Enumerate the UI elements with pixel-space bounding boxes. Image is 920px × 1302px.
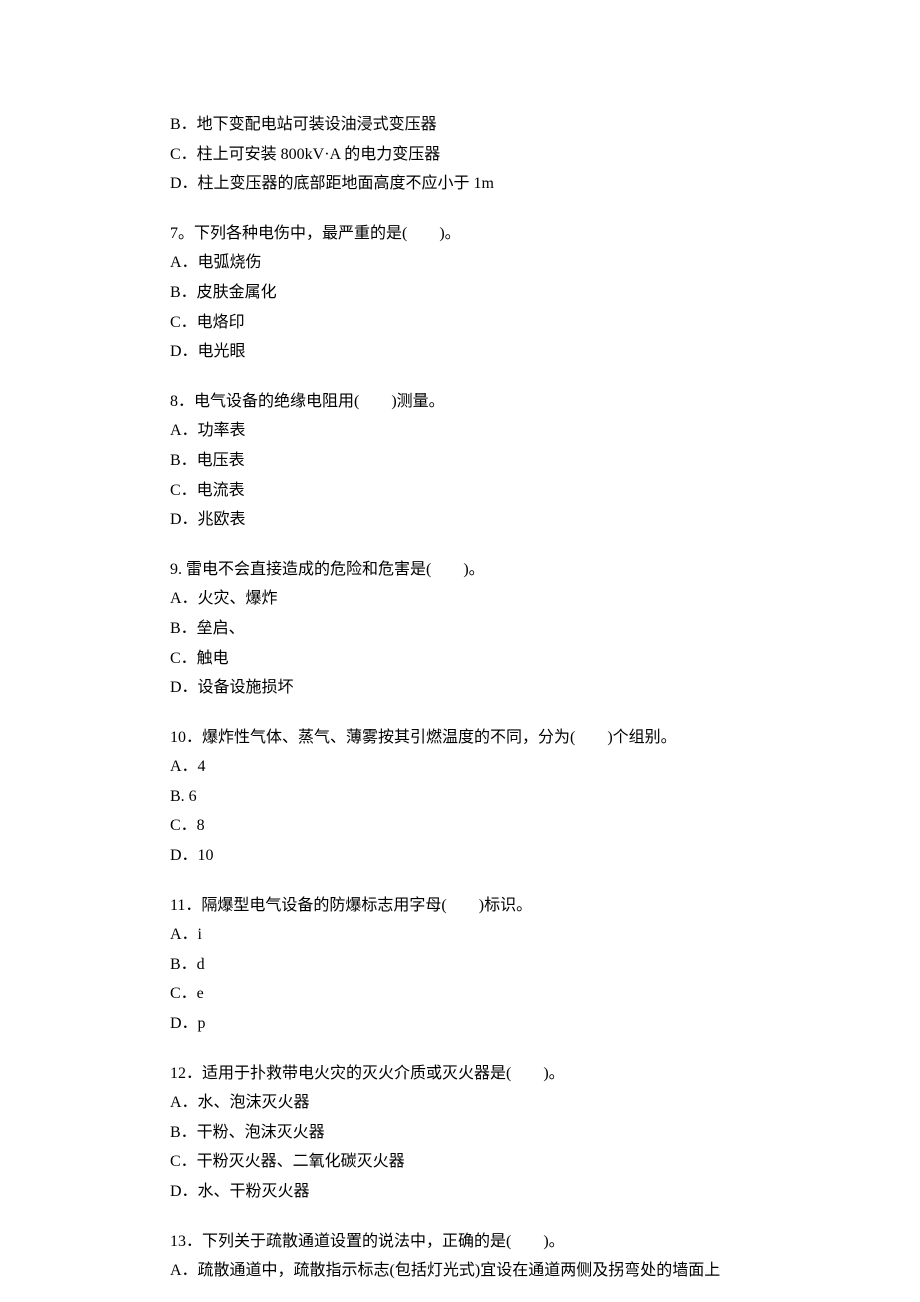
- option-text: B．垒启、: [170, 614, 750, 644]
- option-text: A．水、泡沫灭火器: [170, 1088, 750, 1118]
- option-text: B．皮肤金属化: [170, 278, 750, 308]
- question-stem: 7。下列各种电伤中，最严重的是( )。: [170, 219, 750, 249]
- question-stem: 11．隔爆型电气设备的防爆标志用字母( )标识。: [170, 891, 750, 921]
- question-block: 9. 雷电不会直接造成的危险和危害是( )。 A．火灾、爆炸 B．垒启、 C．触…: [170, 555, 750, 703]
- option-text: C．柱上可安装 800kV·A 的电力变压器: [170, 140, 750, 170]
- option-text: B. 6: [170, 782, 750, 812]
- option-text: D．p: [170, 1009, 750, 1039]
- question-block: 11．隔爆型电气设备的防爆标志用字母( )标识。 A．i B．d C．e D．p: [170, 891, 750, 1039]
- question-block: 10．爆炸性气体、蒸气、薄雾按其引燃温度的不同，分为( )个组别。 A．4 B.…: [170, 723, 750, 871]
- option-text: A．电弧烧伤: [170, 248, 750, 278]
- option-text: A．i: [170, 920, 750, 950]
- option-text: C．电流表: [170, 476, 750, 506]
- option-text: D．柱上变压器的底部距地面高度不应小于 1m: [170, 169, 750, 199]
- option-text: C．干粉灭火器、二氧化碳灭火器: [170, 1147, 750, 1177]
- question-block: 12．适用于扑救带电火灾的灭火介质或灭火器是( )。 A．水、泡沫灭火器 B．干…: [170, 1059, 750, 1207]
- option-text: A．功率表: [170, 416, 750, 446]
- question-block: 8．电气设备的绝缘电阻用( )测量。 A．功率表 B．电压表 C．电流表 D．兆…: [170, 387, 750, 535]
- option-text: B．地下变配电站可装设油浸式变压器: [170, 110, 750, 140]
- option-text: A．4: [170, 752, 750, 782]
- option-text: A．火灾、爆炸: [170, 584, 750, 614]
- question-stem: 8．电气设备的绝缘电阻用( )测量。: [170, 387, 750, 417]
- option-text: D．兆欧表: [170, 505, 750, 535]
- document-page: B．地下变配电站可装设油浸式变压器 C．柱上可安装 800kV·A 的电力变压器…: [0, 0, 920, 1302]
- question-stem: 13．下列关于疏散通道设置的说法中，正确的是( )。: [170, 1227, 750, 1257]
- option-text: D．设备设施损坏: [170, 673, 750, 703]
- option-text: B．d: [170, 950, 750, 980]
- option-text: D．10: [170, 841, 750, 871]
- option-text: C．触电: [170, 644, 750, 674]
- option-text: A．疏散通道中，疏散指示标志(包括灯光式)宜设在通道两侧及拐弯处的墙面上: [170, 1256, 750, 1286]
- standalone-options-block: B．地下变配电站可装设油浸式变压器 C．柱上可安装 800kV·A 的电力变压器…: [170, 110, 750, 199]
- option-text: B．电压表: [170, 446, 750, 476]
- question-stem: 10．爆炸性气体、蒸气、薄雾按其引燃温度的不同，分为( )个组别。: [170, 723, 750, 753]
- question-block: 7。下列各种电伤中，最严重的是( )。 A．电弧烧伤 B．皮肤金属化 C．电烙印…: [170, 219, 750, 367]
- option-text: C．8: [170, 811, 750, 841]
- option-text: C．e: [170, 979, 750, 1009]
- option-text: D．电光眼: [170, 337, 750, 367]
- question-block: 13．下列关于疏散通道设置的说法中，正确的是( )。 A．疏散通道中，疏散指示标…: [170, 1227, 750, 1286]
- option-text: C．电烙印: [170, 308, 750, 338]
- question-stem: 9. 雷电不会直接造成的危险和危害是( )。: [170, 555, 750, 585]
- option-text: D．水、干粉灭火器: [170, 1177, 750, 1207]
- option-text: B．干粉、泡沫灭火器: [170, 1118, 750, 1148]
- question-stem: 12．适用于扑救带电火灾的灭火介质或灭火器是( )。: [170, 1059, 750, 1089]
